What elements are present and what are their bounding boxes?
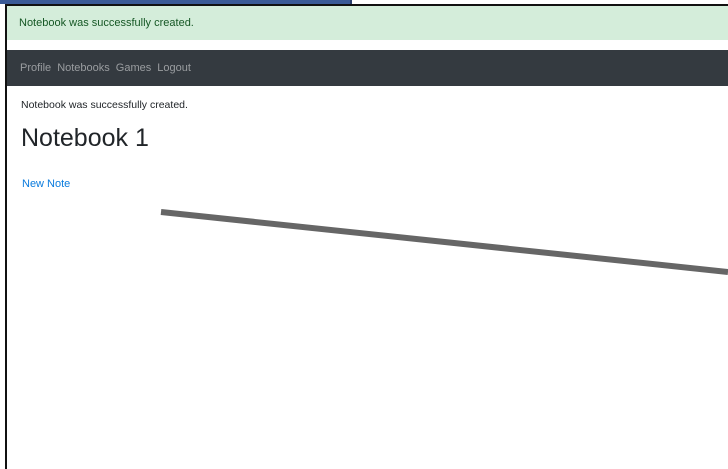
nav-link-profile[interactable]: Profile [20,62,51,74]
nav-link-logout[interactable]: Logout [157,62,191,74]
flash-alert: Notebook was successfully created. [7,6,728,40]
notice-text: Notebook was successfully created. [21,99,188,111]
top-navbar: Profile Notebooks Games Logout [7,50,728,86]
page-title: Notebook 1 [21,124,149,152]
new-note-link[interactable]: New Note [22,178,70,190]
nav-link-notebooks[interactable]: Notebooks [57,62,110,74]
flash-alert-text: Notebook was successfully created. [19,17,194,29]
browser-viewport: Notebook was successfully created. Profi… [5,4,728,469]
nav-link-games[interactable]: Games [116,62,151,74]
